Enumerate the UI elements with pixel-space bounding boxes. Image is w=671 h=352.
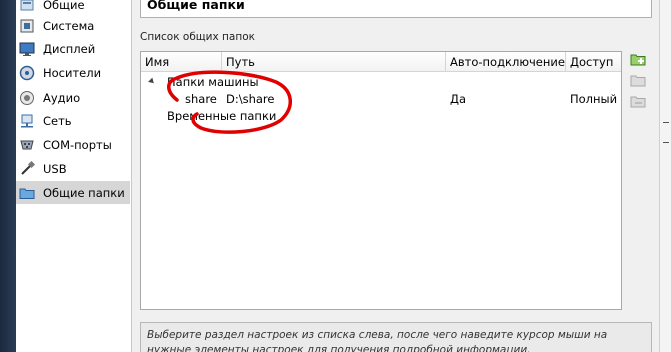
page-title-text: Общие папки [147, 0, 245, 12]
sidebar-item-label: Сеть [43, 113, 72, 128]
settings-sidebar: Общие Система Дисплей Носители Аудио Сет… [16, 0, 132, 352]
sidebar-item-serial-ports[interactable]: COM-порты [16, 133, 130, 156]
sidebar-item-label: Общие [43, 0, 85, 12]
page-title: Общие папки [140, 0, 652, 18]
sidebar-item-label: Система [43, 18, 95, 33]
general-icon [19, 0, 35, 13]
info-hint-text: Выберите раздел настроек из списка слева… [147, 329, 608, 352]
tree-group-transient-folders[interactable]: Временные папки [167, 108, 276, 125]
display-icon [19, 41, 35, 57]
table-header: Имя Путь Авто-подключение Доступ [141, 52, 621, 72]
serial-ports-icon [19, 137, 35, 153]
expand-arrow-icon[interactable] [148, 77, 156, 86]
system-icon [19, 18, 35, 34]
sidebar-item-label: Общие папки [43, 185, 125, 200]
shared-folders-table[interactable]: Имя Путь Авто-подключение Доступ Папки м… [140, 51, 622, 310]
edit-shared-folder-icon [630, 73, 648, 92]
storage-icon [19, 65, 35, 81]
sidebar-item-storage[interactable]: Носители [16, 61, 130, 84]
column-header-auto-mount[interactable]: Авто-подключение [446, 52, 566, 72]
sidebar-item-display[interactable]: Дисплей [16, 37, 130, 60]
remove-shared-folder-icon [630, 94, 648, 113]
window-left-edge [0, 0, 16, 352]
shared-folders-icon [19, 185, 35, 201]
tree-group-machine-folders[interactable]: Папки машины [167, 74, 259, 91]
sidebar-item-shared-folders[interactable]: Общие папки [16, 181, 130, 204]
column-header-access[interactable]: Доступ [566, 52, 621, 72]
shared-folders-group-label: Список общих папок [140, 31, 255, 43]
sidebar-item-label: Аудио [43, 90, 81, 105]
sidebar-item-label: Носители [43, 65, 102, 80]
sidebar-item-audio[interactable]: Аудио [16, 86, 130, 109]
table-row-auto-mount[interactable]: Да [450, 91, 466, 108]
add-shared-folder-icon [630, 52, 648, 71]
info-hint-box: Выберите раздел настроек из списка слева… [140, 322, 652, 352]
separator-mark [663, 122, 669, 123]
table-row-name[interactable]: share [185, 91, 217, 108]
column-header-path[interactable]: Путь [222, 52, 446, 72]
column-header-name[interactable]: Имя [141, 52, 222, 72]
table-row-path[interactable]: D:\share [226, 91, 274, 108]
audio-icon [19, 90, 35, 106]
sidebar-item-label: COM-порты [43, 137, 112, 152]
window-right-edge [659, 0, 671, 352]
separator-mark [663, 142, 669, 143]
sidebar-item-system[interactable]: Система [16, 14, 130, 37]
sidebar-item-usb[interactable]: USB [16, 157, 130, 180]
sidebar-item-label: Дисплей [43, 41, 96, 56]
remove-shared-folder-button[interactable] [628, 93, 650, 113]
sidebar-item-network[interactable]: Сеть [16, 109, 130, 132]
table-row-access[interactable]: Полный [570, 91, 617, 108]
sidebar-item-label: USB [43, 161, 67, 176]
usb-icon [19, 160, 35, 177]
add-shared-folder-button[interactable] [628, 51, 650, 71]
network-icon [19, 113, 35, 129]
edit-shared-folder-button[interactable] [628, 72, 650, 92]
